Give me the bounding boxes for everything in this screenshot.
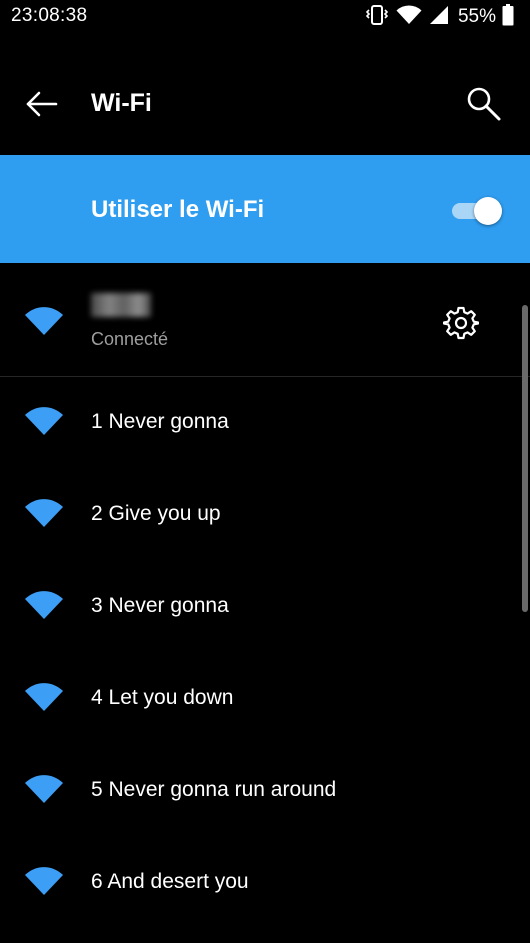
- arrow-left-icon: [26, 91, 58, 117]
- network-list-item[interactable]: 6 And desert you: [0, 837, 515, 929]
- wifi-master-switch-bar[interactable]: Utiliser le Wi-Fi: [0, 155, 530, 263]
- vibrate-icon: [365, 3, 389, 32]
- battery-percent: 55%: [457, 6, 496, 27]
- status-time: 23:08:38: [11, 5, 88, 26]
- scrollbar[interactable]: [522, 305, 528, 612]
- wifi-icon: [24, 307, 64, 337]
- network-list-item[interactable]: 4 Let you down: [0, 653, 515, 745]
- wifi-toggle[interactable]: [452, 195, 502, 227]
- page-title: Wi-Fi: [91, 89, 152, 117]
- toggle-thumb: [474, 197, 502, 225]
- status-icons: 55%: [365, 3, 514, 32]
- connection-status: Connecté: [91, 329, 169, 349]
- wifi-icon: [24, 407, 64, 437]
- network-name: 6 And desert you: [91, 870, 249, 893]
- network-settings-button[interactable]: [442, 305, 480, 341]
- toolbar: Wi-Fi: [0, 60, 530, 150]
- gear-icon: [442, 306, 480, 340]
- network-list-item[interactable]: 2 Give you up: [0, 469, 515, 561]
- wifi-icon: [24, 591, 64, 621]
- status-bar: 23:08:38 55%: [0, 0, 530, 34]
- wifi-icon: [24, 867, 64, 897]
- network-name: 1 Never gonna: [91, 410, 229, 433]
- wifi-icon: [24, 499, 64, 529]
- wifi-signal-icon: [396, 4, 422, 31]
- network-name: 4 Let you down: [91, 686, 234, 709]
- back-button[interactable]: [22, 86, 62, 122]
- battery-icon: [502, 3, 514, 31]
- network-name: 5 Never gonna run around: [91, 778, 337, 801]
- cellular-signal-icon: [428, 4, 450, 31]
- network-name: 2 Give you up: [91, 502, 221, 525]
- network-list-item[interactable]: 3 Never gonna: [0, 561, 515, 653]
- connected-network-row[interactable]: Connecté: [0, 268, 530, 376]
- wifi-icon: [24, 683, 64, 713]
- network-ssid-redacted: [91, 293, 151, 317]
- search-button[interactable]: [464, 84, 504, 124]
- wifi-icon: [24, 775, 64, 805]
- network-list-item[interactable]: 5 Never gonna run around: [0, 745, 515, 837]
- network-name: 3 Never gonna: [91, 594, 229, 617]
- network-list-item[interactable]: 1 Never gonna: [0, 377, 515, 469]
- wifi-master-switch-label: Utiliser le Wi-Fi: [91, 196, 265, 223]
- search-icon: [467, 87, 501, 121]
